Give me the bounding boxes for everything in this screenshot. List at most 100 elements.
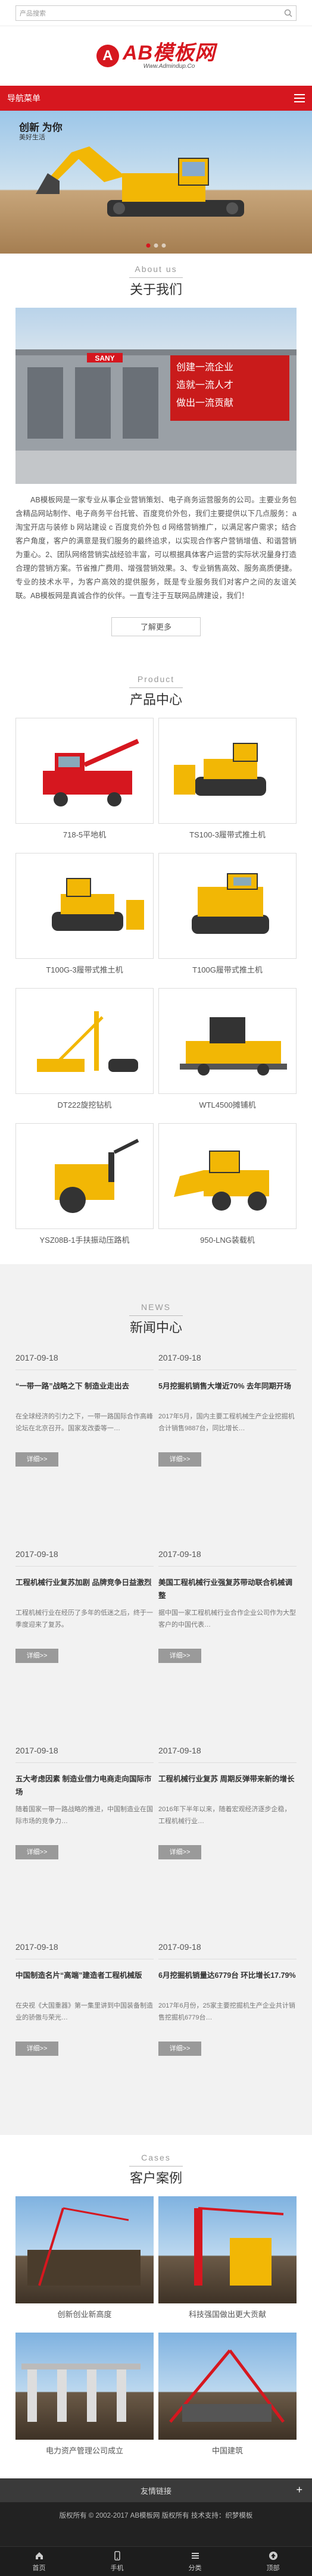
product-image[interactable] bbox=[15, 1123, 154, 1229]
product-name[interactable]: YSZ08B-1手扶振动压路机 bbox=[15, 1234, 154, 1245]
about-title: 关于我们 bbox=[129, 282, 182, 297]
product-image[interactable] bbox=[15, 988, 154, 1094]
news-title-link[interactable]: 五大考虑因素 制造业借力电商走向国际市场 bbox=[15, 1772, 154, 1799]
product-card[interactable]: T100G履带式推土机 bbox=[158, 853, 297, 975]
phone-icon bbox=[114, 2550, 120, 2561]
product-image[interactable] bbox=[158, 988, 297, 1094]
news-more-button[interactable]: 详细>> bbox=[15, 1649, 58, 1663]
tab-phone[interactable]: 手机 bbox=[78, 2547, 156, 2576]
title-divider bbox=[129, 2166, 183, 2167]
friend-links-label: 友情链接 bbox=[140, 2486, 171, 2496]
product-card[interactable]: WTL4500摊铺机 bbox=[158, 988, 297, 1110]
product-image[interactable] bbox=[158, 718, 297, 824]
product-card[interactable]: T100G-3履带式推土机 bbox=[15, 853, 154, 975]
news-date: 2017-09-18 bbox=[15, 1942, 154, 1959]
friend-links-bar[interactable]: 友情链接 + bbox=[0, 2478, 312, 2502]
menu-icon[interactable] bbox=[294, 94, 305, 102]
expand-icon[interactable]: + bbox=[296, 2484, 302, 2496]
news-item: 2017-09-18 6月挖掘机销量达6779台 环比增长17.79% 2017年6… bbox=[158, 1935, 297, 2131]
cases-section: Cases 客户案例 创新创业新高度 科技强国做出更大贡献电力资产管理公司成立 中国… bbox=[0, 2135, 312, 2469]
search-input[interactable]: 产品搜索 bbox=[15, 5, 297, 21]
news-title-link[interactable]: 6月挖掘机销量达6779台 环比增长17.79% bbox=[158, 1969, 297, 1995]
product-image[interactable] bbox=[158, 1123, 297, 1229]
products-title-en: Product bbox=[137, 674, 175, 684]
news-summary: 工程机械行业在经历了多年的低迷之后，终于一季度迎来了复苏。 bbox=[15, 1609, 153, 1628]
board-text-3: 做出一流贡献 bbox=[176, 397, 233, 408]
case-image[interactable] bbox=[158, 2196, 297, 2303]
products-section: Product 产品中心 718-5平地机 TS100-3履带式推土机 T100G-… bbox=[0, 636, 312, 1258]
news-more-button[interactable]: 详细>> bbox=[158, 1845, 201, 1859]
product-card[interactable]: YSZ08B-1手扶振动压路机 bbox=[15, 1123, 154, 1245]
nav-menu-label[interactable]: 导航菜单 bbox=[7, 92, 40, 104]
news-summary: 在央视《大国重器》第一集里讲到中国装备制造业的骄傲与荣光… bbox=[15, 2002, 153, 2021]
tab-top[interactable]: 顶部 bbox=[234, 2547, 312, 2576]
news-title-link[interactable]: 美国工程机械行业强复苏带动联合机械调整 bbox=[158, 1576, 297, 1602]
product-image[interactable] bbox=[158, 853, 297, 959]
news-more-button[interactable]: 详细>> bbox=[15, 2042, 58, 2056]
title-divider bbox=[129, 1315, 183, 1316]
product-name[interactable]: WTL4500摊铺机 bbox=[158, 1099, 297, 1110]
product-name[interactable]: 950-LNG装载机 bbox=[158, 1234, 297, 1245]
news-title-link[interactable]: “一带一路”战略之下 制造业走出去 bbox=[15, 1380, 154, 1406]
company-building-photo: SANY 创建一流企业 造就一流人才 做出一流贡献 bbox=[15, 308, 297, 484]
product-name[interactable]: 718-5平地机 bbox=[15, 829, 154, 840]
news-item: 2017-09-18 工程机械行业复苏加剧 品牌竞争日益激烈工程机械行业在经历了多… bbox=[15, 1542, 154, 1739]
news-title: 新闻中心 bbox=[129, 1320, 182, 1335]
case-card[interactable]: 电力资产管理公司成立 bbox=[15, 2333, 154, 2456]
news-title-en: NEWS bbox=[141, 1302, 171, 1312]
case-name[interactable]: 电力资产管理公司成立 bbox=[15, 2444, 154, 2456]
case-card[interactable]: 科技强国做出更大贡献 bbox=[158, 2196, 297, 2319]
logo-mark: A bbox=[96, 45, 119, 67]
product-name[interactable]: DT222旋挖钻机 bbox=[15, 1099, 154, 1110]
news-more-button[interactable]: 详细>> bbox=[15, 1845, 58, 1859]
case-card[interactable]: 中国建筑 bbox=[158, 2333, 297, 2456]
case-card[interactable]: 创新创业新高度 bbox=[15, 2196, 154, 2319]
product-card[interactable]: 950-LNG装载机 bbox=[158, 1123, 297, 1245]
logo-title: AB模板网 bbox=[122, 41, 216, 64]
news-title-link[interactable]: 工程机械行业复苏加剧 品牌竞争日益激烈 bbox=[15, 1576, 154, 1602]
product-image[interactable] bbox=[15, 853, 154, 959]
case-name[interactable]: 科技强国做出更大贡献 bbox=[158, 2308, 297, 2319]
news-more-button[interactable]: 详细>> bbox=[15, 1452, 58, 1467]
case-image[interactable] bbox=[15, 2333, 154, 2440]
tab-category[interactable]: 分类 bbox=[156, 2547, 234, 2576]
product-name[interactable]: T100G履带式推土机 bbox=[158, 964, 297, 975]
case-image[interactable] bbox=[158, 2333, 297, 2440]
site-logo[interactable]: A AB模板网 Www.Admindup.Co bbox=[0, 26, 312, 86]
news-item: 2017-09-18 五大考虑因素 制造业借力电商走向国际市场 随着国家一带一路战略… bbox=[15, 1739, 154, 1935]
search-icon[interactable] bbox=[284, 9, 292, 17]
board-text-2: 造就一流人才 bbox=[176, 379, 233, 390]
news-date: 2017-09-18 bbox=[15, 1353, 154, 1370]
news-more-button[interactable]: 详细>> bbox=[158, 1452, 201, 1467]
product-name[interactable]: T100G-3履带式推土机 bbox=[15, 964, 154, 975]
news-date: 2017-09-18 bbox=[158, 1942, 297, 1959]
product-card[interactable]: TS100-3履带式推土机 bbox=[158, 718, 297, 840]
news-title-link[interactable]: 5月挖掘机销售大增近70% 去年同期开场 bbox=[158, 1380, 297, 1406]
case-name[interactable]: 创新创业新高度 bbox=[15, 2308, 154, 2319]
cases-title: 客户案例 bbox=[129, 2171, 182, 2186]
news-more-button[interactable]: 详细>> bbox=[158, 2042, 201, 2056]
tab-phone-label: 手机 bbox=[110, 2564, 124, 2572]
about-more-button[interactable]: 了解更多 bbox=[111, 617, 201, 636]
news-title-link[interactable]: 工程机械行业复苏 周期反弹带来新的增长 bbox=[158, 1772, 297, 1799]
news-more-button[interactable]: 详细>> bbox=[158, 1649, 201, 1663]
product-card[interactable]: 718-5平地机 bbox=[15, 718, 154, 840]
news-section: NEWS 新闻中心 2017-09-18 “一带一路”战略之下 制造业走出去 在全球… bbox=[0, 1264, 312, 2135]
product-card[interactable]: DT222旋挖钻机 bbox=[15, 988, 154, 1110]
news-date: 2017-09-18 bbox=[15, 1549, 154, 1567]
home-icon bbox=[35, 2552, 43, 2559]
board-text-1: 创建一流企业 bbox=[176, 361, 233, 373]
product-name[interactable]: TS100-3履带式推土机 bbox=[158, 829, 297, 840]
case-name[interactable]: 中国建筑 bbox=[158, 2444, 297, 2456]
banner-dots[interactable] bbox=[146, 243, 166, 248]
products-title: 产品中心 bbox=[129, 692, 182, 707]
tab-home[interactable]: 首页 bbox=[0, 2547, 78, 2576]
about-body: AB模板网是一家专业从事企业营销策划、电子商务运营服务的公司。主要业务包含精品网… bbox=[15, 496, 297, 600]
hero-banner[interactable]: 创新 为你 美好生活 bbox=[0, 111, 312, 254]
copyright-text: 版权所有 © 2002-2017 AB模板网 版权所有 技术支持：织梦模板 bbox=[59, 2512, 253, 2519]
case-image[interactable] bbox=[15, 2196, 154, 2303]
cases-title-en: Cases bbox=[141, 2153, 171, 2162]
product-image[interactable] bbox=[15, 718, 154, 824]
news-date: 2017-09-18 bbox=[158, 1549, 297, 1567]
news-title-link[interactable]: 中国制造名片“高端”建造者工程机械版 bbox=[15, 1969, 154, 1995]
